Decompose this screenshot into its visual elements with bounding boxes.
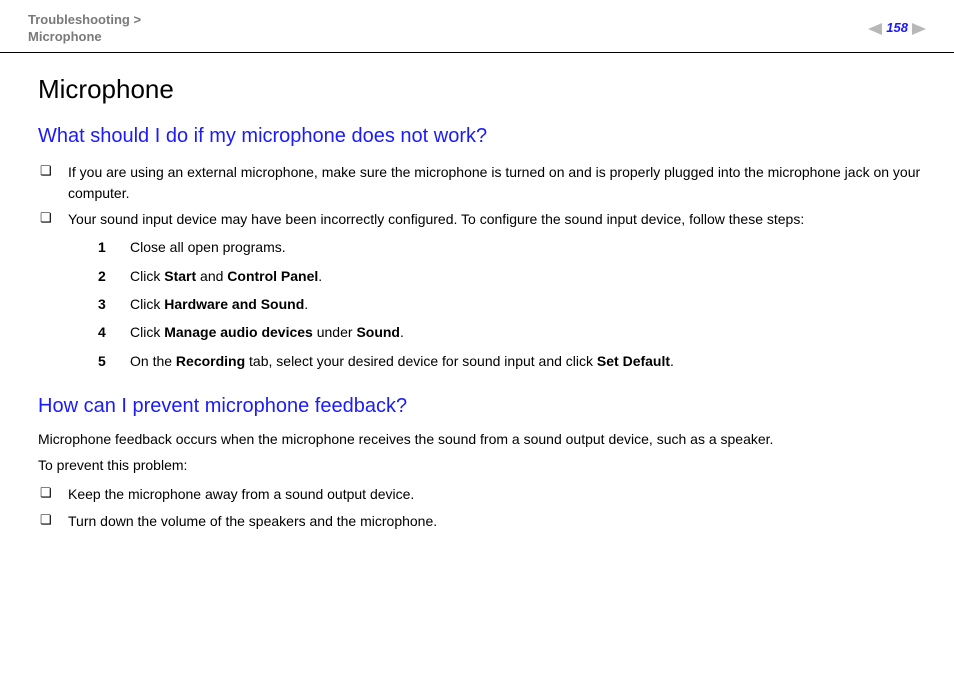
prev-page-icon[interactable]	[868, 23, 882, 35]
step: 1 Close all open programs.	[68, 233, 926, 261]
page-header: Troubleshooting > Microphone 158	[0, 0, 954, 52]
list-item: Turn down the volume of the speakers and…	[38, 508, 926, 534]
paragraph: Microphone feedback occurs when the micr…	[38, 429, 926, 449]
bullet-text: Keep the microphone away from a sound ou…	[68, 486, 414, 502]
step-text: On the Recording tab, select your desire…	[130, 353, 674, 369]
breadcrumb-top[interactable]: Troubleshooting	[28, 12, 130, 27]
numbered-steps: 1 Close all open programs. 2 Click Start a…	[68, 233, 926, 374]
step-text: Close all open programs.	[130, 239, 286, 255]
next-page-icon[interactable]	[912, 23, 926, 35]
step-number: 4	[98, 322, 116, 342]
document-page: Troubleshooting > Microphone 158 Microph…	[0, 0, 954, 534]
step-text: Click Start and Control Panel.	[130, 268, 322, 284]
breadcrumb-bottom[interactable]: Microphone	[28, 29, 102, 44]
step-text: Click Manage audio devices under Sound.	[130, 324, 404, 340]
list-item: Keep the microphone away from a sound ou…	[38, 481, 926, 507]
breadcrumb: Troubleshooting > Microphone	[28, 12, 141, 46]
bullet-text: Turn down the volume of the speakers and…	[68, 513, 437, 529]
section-heading: How can I prevent microphone feedback?	[38, 392, 926, 421]
step: 3 Click Hardware and Sound.	[68, 290, 926, 318]
step-number: 2	[98, 266, 116, 286]
step-number: 3	[98, 294, 116, 314]
list-item: If you are using an external microphone,…	[38, 159, 926, 206]
step: 2 Click Start and Control Panel.	[68, 262, 926, 290]
step: 4 Click Manage audio devices under Sound.	[68, 318, 926, 346]
step: 5 On the Recording tab, select your desir…	[68, 347, 926, 375]
step-number: 1	[98, 237, 116, 257]
page-nav: 158	[868, 19, 926, 38]
bullet-list: If you are using an external microphone,…	[38, 159, 926, 377]
list-item: Your sound input device may have been in…	[38, 206, 926, 378]
breadcrumb-separator: >	[133, 12, 141, 27]
step-number: 5	[98, 351, 116, 371]
section-heading: What should I do if my microphone does n…	[38, 122, 926, 151]
page-title: Microphone	[38, 71, 926, 109]
bullet-text: If you are using an external microphone,…	[68, 164, 920, 200]
paragraph: To prevent this problem:	[38, 455, 926, 475]
bullet-list: Keep the microphone away from a sound ou…	[38, 481, 926, 534]
bullet-text: Your sound input device may have been in…	[68, 211, 804, 227]
step-text: Click Hardware and Sound.	[130, 296, 308, 312]
page-number: 158	[886, 19, 908, 38]
page-content: Microphone What should I do if my microp…	[0, 53, 954, 534]
